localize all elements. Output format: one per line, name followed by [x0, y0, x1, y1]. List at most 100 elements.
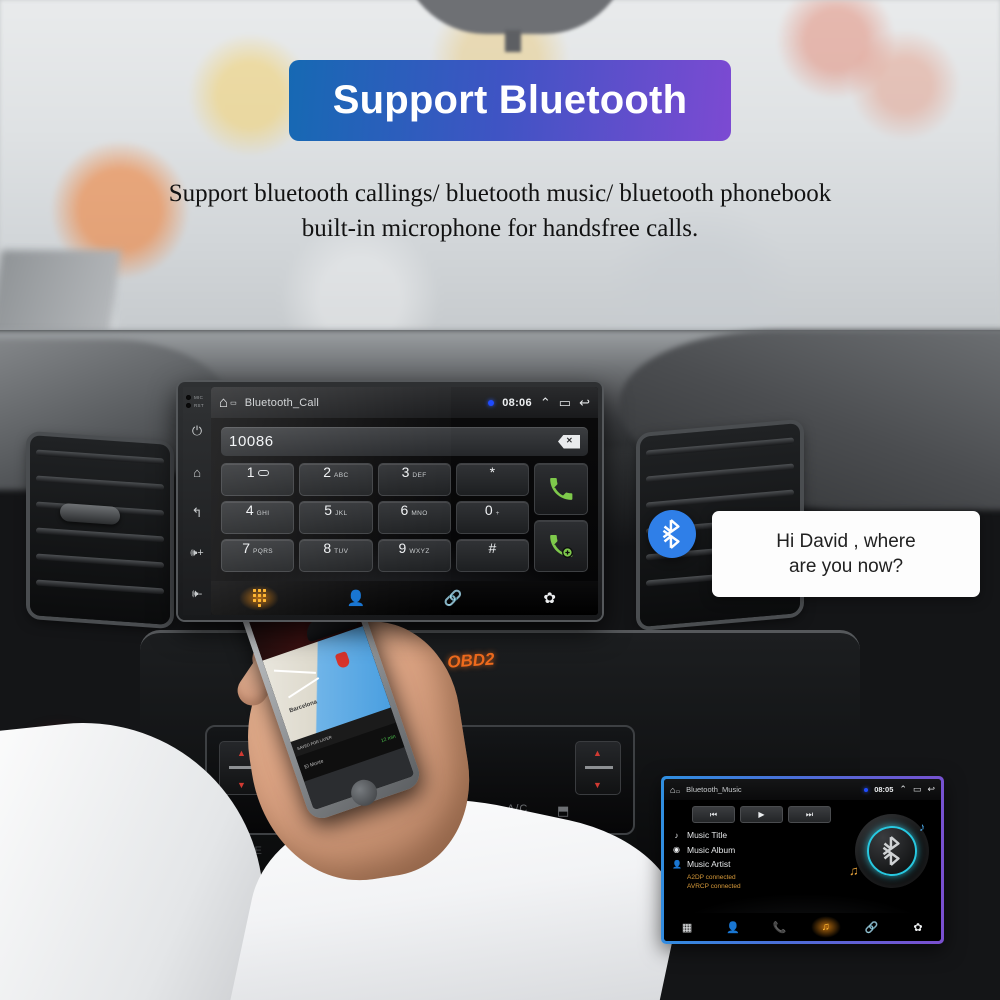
dialer-panel: 10086 12ABC3DEF*4GHI5JKL6MNO0+7PQRS8TUV9… [211, 387, 598, 615]
previous-track-button[interactable]: ⏮ [692, 806, 735, 823]
key-8[interactable]: 8 TUV [299, 539, 373, 572]
key-4[interactable]: 4 GHI [221, 501, 295, 534]
home-screen-icon[interactable]: ⌂ ▭ [219, 394, 237, 411]
car-head-unit: MIC RST ⏻ ⌂ ↰ 🕪+ 🕪- ⌂ ▭ Bluetooth_Call 08… [178, 382, 602, 620]
note-icon: ♪ [674, 830, 679, 840]
head-unit-screen: ⌂▭ Bluetooth_Call 08:06 ⌃ ▭ ↩ 10086 1 2AB… [211, 387, 598, 615]
home-icon[interactable]: ⌂ [193, 452, 201, 493]
phone-number-field[interactable]: 10086 [221, 427, 588, 456]
bluetooth-music-unit: ⌂▭ Bluetooth_Music 08:05 ⌃ ▭ ↩ ⏮ ▶ ⏭ ♪ Musi… [661, 776, 944, 944]
music-chevron-up-icon[interactable]: ⌃ [899, 784, 907, 795]
key-5[interactable]: 5 JKL [299, 501, 373, 534]
play-button[interactable]: ▶ [740, 806, 783, 823]
key-digit: 4 [245, 502, 254, 518]
key-letters: GHI [256, 510, 270, 517]
key-star[interactable]: * [455, 463, 529, 496]
nav-contacts[interactable]: 👤 [308, 581, 405, 615]
key-digit: 9 [398, 540, 407, 556]
mic-indicator: MIC [183, 395, 211, 400]
key-digit: * [489, 464, 496, 480]
key-hash[interactable]: # [455, 539, 529, 572]
music-icon: ♫ [821, 921, 830, 933]
music-nav-link[interactable]: 🔗 [849, 913, 895, 941]
key-letters: + [495, 510, 500, 517]
music-nav-phone[interactable]: 📞 [756, 913, 802, 941]
music-home-icon[interactable]: ⌂▭ [670, 785, 680, 795]
key-digit: 2 [323, 464, 331, 480]
key-letters: PQRS [253, 548, 274, 555]
music-bottom-nav: ▦ 👤 📞 ♫ 🔗 ✿ [664, 913, 941, 941]
banner: Support Bluetooth [289, 60, 731, 141]
key-letters: MNO [411, 510, 428, 517]
key-digit: # [488, 540, 497, 556]
key-1[interactable]: 1 [221, 463, 295, 496]
music-panel: ⏮ ▶ ⏭ ♪ Music Title ◉ Music Album 👤 Music Artis… [664, 800, 941, 913]
volume-up-icon[interactable]: 🕪+ [190, 533, 203, 574]
music-clock: 08:05 [874, 785, 894, 794]
chevron-up-icon[interactable]: ⌃ [540, 395, 551, 411]
person-icon: 👤 [672, 859, 682, 869]
music-status-bar: ⌂▭ Bluetooth_Music 08:05 ⌃ ▭ ↩ [664, 779, 941, 800]
nav-settings[interactable]: ✿ [501, 581, 598, 615]
reset-indicator[interactable]: RST [183, 403, 211, 408]
metadata-label: Music Album [687, 844, 736, 855]
contacts-icon: 👤 [346, 590, 366, 607]
music-app-title: Bluetooth_Music [686, 785, 742, 794]
music-note-icon-blue: ♪ [919, 820, 925, 834]
music-bluetooth-indicator [864, 787, 869, 792]
key-letters: JKL [335, 510, 348, 517]
key-letters: TUV [334, 548, 349, 555]
recents-icon[interactable]: ▭ [559, 395, 571, 411]
volume-down-icon[interactable]: 🕪- [192, 574, 203, 615]
phone-number-value: 10086 [229, 433, 274, 450]
key-7[interactable]: 7 PQRS [221, 539, 295, 572]
music-back-icon[interactable]: ↩ [927, 784, 935, 795]
key-2[interactable]: 2 ABC [299, 463, 373, 496]
back-arrow-icon[interactable]: ↩ [579, 395, 590, 411]
subtitle-line-1: Support bluetooth callings/ bluetooth mu… [168, 180, 832, 207]
metadata-label: Music Artist [687, 859, 731, 869]
mirror-stem [505, 30, 521, 52]
metadata-label: Music Title [687, 830, 728, 840]
settings-icon: ✿ [913, 921, 923, 934]
speech-bubble: Hi David , where are you now? [712, 511, 980, 597]
key-9[interactable]: 9 WXYZ [377, 539, 451, 572]
key-0[interactable]: 0 + [455, 501, 529, 534]
back-icon[interactable]: ↰ [192, 493, 203, 534]
nav-link[interactable]: 🔗 [405, 581, 502, 615]
bubble-line-2: are you now? [788, 556, 904, 577]
disc-icon: ◉ [673, 845, 680, 854]
bluetooth-badge [648, 510, 696, 558]
music-note-icon-orange: ♫ [849, 863, 859, 878]
map-pin-icon [334, 650, 351, 670]
music-recents-icon[interactable]: ▭ [913, 784, 922, 795]
key-digit: 5 [324, 502, 333, 518]
head-unit-side-buttons: MIC RST ⏻ ⌂ ↰ 🕪+ 🕪- [183, 387, 211, 615]
power-icon[interactable]: ⏻ [192, 411, 202, 452]
gear-icon: ✿ [543, 590, 556, 607]
next-track-button[interactable]: ⏭ [788, 806, 831, 823]
key-letters: DEF [412, 472, 427, 479]
music-nav-contacts[interactable]: 👤 [710, 913, 756, 941]
subtitle: Support bluetooth callings/ bluetooth mu… [60, 176, 940, 246]
temp-rocker-right[interactable]: ▲ ▼ [575, 741, 621, 795]
key-digit: 6 [400, 502, 409, 518]
key-3[interactable]: 3 DEF [377, 463, 451, 496]
disc-bluetooth-glyph [855, 814, 929, 888]
backspace-icon[interactable] [558, 434, 580, 449]
dial-keypad: 1 2 ABC 3 DEF * 4 GHI 5 JKL 6 MNO 0 +7 PQRS 8 TUV 9 WXYZ # [219, 463, 590, 572]
nav-keypad[interactable] [211, 581, 308, 615]
end-call-button[interactable] [534, 520, 588, 572]
mic-label: MIC [194, 395, 204, 400]
album-art-disc: ♪ ♫ [849, 814, 929, 888]
music-nav-music[interactable]: ♫ [803, 913, 849, 941]
key-6[interactable]: 6 MNO [377, 501, 451, 534]
map-city-label: Barcelona [288, 699, 319, 715]
music-nav-keypad[interactable]: ▦ [664, 913, 710, 941]
subtitle-line-2: built-in microphone for handsfree calls. [301, 215, 699, 242]
call-button[interactable] [534, 463, 588, 515]
poi-eta: 12 min [380, 733, 397, 745]
music-nav-settings[interactable]: ✿ [895, 913, 941, 941]
bluetooth-icon [662, 519, 680, 549]
link-icon: 🔗 [443, 590, 463, 607]
